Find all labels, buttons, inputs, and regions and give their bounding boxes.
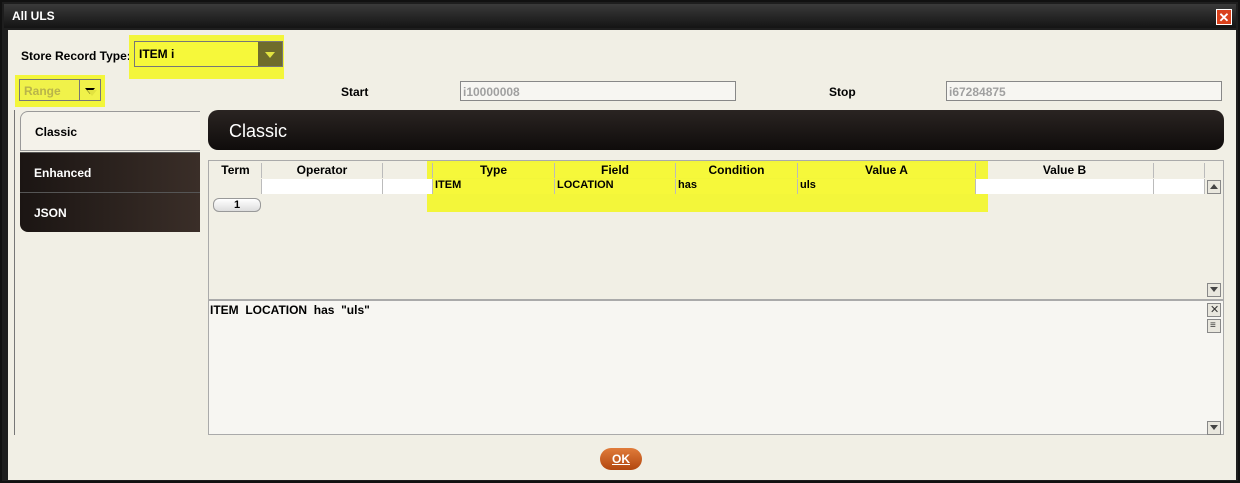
range-select[interactable]: Range — [19, 79, 101, 101]
dialog-body: Store Record Type: ITEM i Range Start i1… — [8, 30, 1236, 480]
chevron-down-icon — [85, 88, 95, 94]
start-field[interactable]: i10000008 — [460, 81, 736, 101]
close-icon: ✕ — [1218, 10, 1230, 25]
tab-panel-border — [14, 110, 15, 435]
chevron-down-icon[interactable] — [258, 42, 282, 66]
stop-field[interactable]: i67284875 — [946, 81, 1222, 101]
close-text-icon[interactable]: ✕ — [1207, 303, 1221, 317]
tab-json[interactable]: JSON — [20, 192, 200, 232]
field-cell[interactable]: LOCATION — [555, 179, 676, 194]
terms-grid: Term Operator Type Field Condition Value… — [208, 160, 1224, 300]
col-type[interactable]: Type — [433, 163, 555, 178]
grid-scroll-down[interactable] — [1207, 283, 1221, 297]
col-condition[interactable]: Condition — [676, 163, 798, 178]
stop-label: Stop — [829, 85, 856, 99]
term-number-button[interactable]: 1 — [213, 198, 261, 212]
title-bar[interactable]: All ULS ✕ — [4, 4, 1236, 28]
condition-cell[interactable]: has — [676, 179, 798, 194]
col-extra[interactable] — [1154, 163, 1205, 178]
value-b-cell[interactable] — [976, 179, 1154, 194]
text-scroll-down[interactable] — [1207, 421, 1221, 435]
col-blank[interactable] — [383, 163, 433, 178]
store-record-type-value: ITEM i — [139, 47, 175, 61]
col-field[interactable]: Field — [555, 163, 676, 178]
close-button[interactable]: ✕ — [1216, 9, 1232, 25]
lines-icon: ≡ — [1210, 320, 1216, 331]
x-icon: ✕ — [1210, 304, 1220, 316]
start-label: Start — [341, 85, 369, 99]
store-record-type-select[interactable]: ITEM i — [134, 41, 283, 67]
operator-cell[interactable] — [262, 179, 383, 194]
dialog-window: All ULS ✕ Store Record Type: ITEM i Rang… — [0, 0, 1240, 483]
menu-icon[interactable]: ≡ — [1207, 319, 1221, 333]
range-value: Range — [24, 84, 61, 98]
value-a-cell[interactable]: uls — [798, 179, 976, 194]
query-text-area[interactable]: ITEM LOCATION has "uls" ✕ ≡ — [208, 300, 1224, 435]
blank-cell[interactable] — [383, 179, 433, 194]
grid-scroll-up[interactable] — [1207, 180, 1221, 194]
extra-cell[interactable] — [1154, 179, 1205, 194]
table-row-term-cell: 1 — [210, 179, 262, 212]
tab-classic[interactable]: Classic — [20, 111, 200, 151]
col-operator[interactable]: Operator — [262, 163, 383, 178]
tab-enhanced[interactable]: Enhanced — [20, 152, 200, 192]
query-text: ITEM LOCATION has "uls" — [210, 303, 370, 317]
classic-banner: Classic — [208, 110, 1224, 150]
range-chevron[interactable] — [79, 80, 100, 100]
window-title: All ULS — [12, 9, 55, 23]
type-cell[interactable]: ITEM — [433, 179, 555, 194]
ok-button[interactable]: OK — [600, 448, 642, 470]
store-record-type-label: Store Record Type: — [21, 49, 131, 63]
col-value-a[interactable]: Value A — [798, 163, 976, 178]
col-term[interactable]: Term — [210, 163, 262, 178]
col-value-b[interactable]: Value B — [976, 163, 1154, 178]
